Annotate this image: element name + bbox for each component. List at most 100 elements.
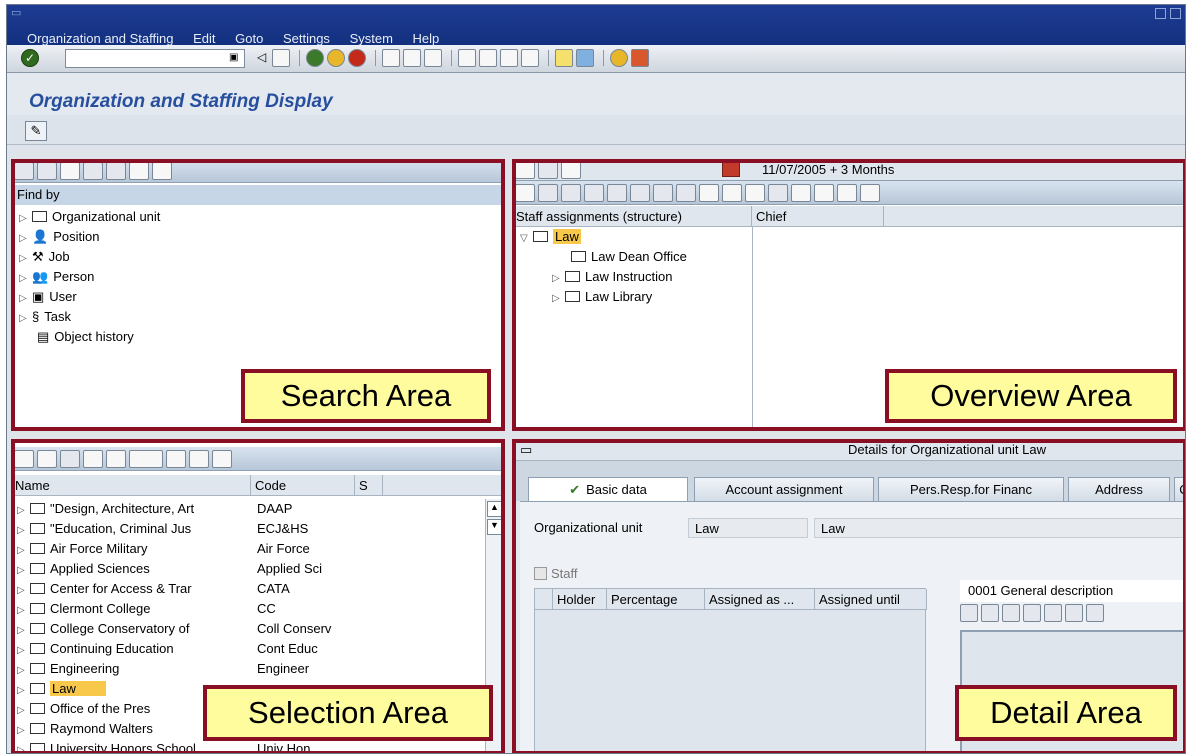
search-item-task[interactable]: ▷ § Task bbox=[19, 307, 71, 327]
overview-copy-icon[interactable] bbox=[561, 184, 581, 202]
row-selector-header[interactable] bbox=[535, 589, 553, 610]
column-assigned-until[interactable]: Assigned until bbox=[815, 589, 927, 610]
overview-up-icon[interactable] bbox=[653, 184, 673, 202]
search-item-position[interactable]: ▷ 👤 Position bbox=[19, 227, 99, 247]
column-assigned-as[interactable]: Assigned as ... bbox=[705, 589, 815, 610]
display-change-icon[interactable]: ✎ bbox=[25, 121, 47, 141]
last-page-icon[interactable] bbox=[521, 49, 540, 67]
overview-select-icon[interactable] bbox=[515, 184, 535, 202]
staff-checkbox[interactable]: Staff bbox=[534, 566, 578, 581]
list-item-name[interactable]: ▷ "Education, Criminal Jus bbox=[17, 519, 255, 539]
overview-delimit-icon[interactable] bbox=[607, 184, 627, 202]
text-paste-icon[interactable] bbox=[1002, 604, 1020, 622]
column-s[interactable]: S bbox=[355, 475, 383, 496]
search-item-object-history[interactable]: ▤ Object history bbox=[37, 327, 134, 347]
overview-down-icon[interactable] bbox=[676, 184, 696, 202]
tab-more[interactable]: C bbox=[1174, 477, 1185, 501]
overview-find-icon[interactable] bbox=[745, 184, 765, 202]
command-dropdown-icon[interactable]: ▣ bbox=[229, 52, 238, 63]
overview-hierarchy-icon[interactable] bbox=[837, 184, 857, 202]
search-item-user[interactable]: ▷ ▣ User bbox=[19, 287, 77, 307]
first-page-icon[interactable] bbox=[458, 49, 477, 67]
maximize-icon[interactable] bbox=[1170, 8, 1181, 19]
text-redo-icon[interactable] bbox=[1044, 604, 1062, 622]
overview-filter-icon[interactable] bbox=[814, 184, 834, 202]
text-find-icon[interactable] bbox=[1065, 604, 1083, 622]
overview-root-law[interactable]: ▽ Law bbox=[520, 227, 581, 247]
list-item-name[interactable]: ▷ "Design, Architecture, Art bbox=[17, 499, 255, 519]
selection-sum-icon[interactable] bbox=[129, 450, 163, 468]
back-icon[interactable] bbox=[306, 49, 325, 67]
expand-icon[interactable] bbox=[129, 162, 149, 180]
save-icon[interactable] bbox=[272, 49, 291, 67]
previous-page-icon[interactable] bbox=[479, 49, 498, 67]
selection-find-icon[interactable] bbox=[37, 450, 57, 468]
overview-find-next-icon[interactable] bbox=[768, 184, 788, 202]
search-item-job[interactable]: ▷ ⚒ Job bbox=[19, 247, 70, 267]
overview-delete-icon[interactable] bbox=[630, 184, 650, 202]
overview-law-dean-office[interactable]: Law Dean Office bbox=[568, 247, 687, 267]
tab-basic-data[interactable]: ✔ Basic data bbox=[528, 477, 688, 501]
help-icon[interactable] bbox=[610, 49, 629, 67]
column-name[interactable]: Name bbox=[11, 475, 251, 496]
column-percentage[interactable]: Percentage bbox=[607, 589, 705, 610]
list-item-name[interactable]: ▷ Clermont College bbox=[17, 599, 255, 619]
overview-settings-icon[interactable] bbox=[860, 184, 880, 202]
nav-back-icon[interactable] bbox=[14, 162, 34, 180]
scroll-down-icon[interactable]: ▼ bbox=[487, 519, 502, 535]
menu-organization-and-staffing[interactable]: Organization and Staffing bbox=[27, 31, 173, 46]
selection-sort-icon[interactable] bbox=[83, 450, 103, 468]
overview-create-icon[interactable] bbox=[538, 184, 558, 202]
menu-goto[interactable]: Goto bbox=[235, 31, 263, 46]
search-item-organizational-unit[interactable]: ▷ Organizational unit bbox=[19, 207, 160, 227]
org-unit-short-field[interactable]: Law bbox=[688, 518, 808, 538]
list-item-name[interactable]: ▷ Air Force Military bbox=[17, 539, 255, 559]
layout-menu-icon[interactable] bbox=[631, 49, 650, 67]
next-page-icon[interactable] bbox=[500, 49, 519, 67]
collapse-icon[interactable] bbox=[152, 162, 172, 180]
column-code[interactable]: Code bbox=[251, 475, 355, 496]
tab-pers-resp-for-financ[interactable]: Pers.Resp.for Financ bbox=[878, 477, 1064, 501]
menu-help[interactable]: Help bbox=[413, 31, 440, 46]
overview-back-icon[interactable] bbox=[515, 161, 535, 179]
menu-edit[interactable]: Edit bbox=[193, 31, 215, 46]
list-item-name[interactable]: ▷ University Honors School bbox=[17, 739, 255, 753]
overview-law-library[interactable]: ▷ Law Library bbox=[552, 287, 652, 307]
scroll-up-icon[interactable]: ▲ bbox=[487, 501, 502, 517]
search-term-icon[interactable] bbox=[60, 162, 80, 180]
text-find-next-icon[interactable] bbox=[1086, 604, 1104, 622]
command-field[interactable] bbox=[65, 49, 245, 68]
structure-search-icon[interactable] bbox=[83, 162, 103, 180]
minimize-icon[interactable] bbox=[1155, 8, 1166, 19]
list-item-name[interactable]: ▷ College Conservatory of bbox=[17, 619, 255, 639]
column-holder[interactable]: Holder bbox=[553, 589, 607, 610]
overview-move-icon[interactable] bbox=[584, 184, 604, 202]
column-chief[interactable]: Chief bbox=[752, 206, 884, 227]
system-menu-icon[interactable]: ▭ bbox=[11, 6, 21, 19]
selection-filter-icon[interactable] bbox=[106, 450, 126, 468]
new-session-icon[interactable] bbox=[555, 49, 574, 67]
overview-layout-icon[interactable] bbox=[561, 161, 581, 179]
detail-folder-icon[interactable]: ▭ bbox=[520, 442, 532, 458]
list-item-name[interactable]: ▷ Engineering bbox=[17, 659, 255, 679]
find-next-icon[interactable] bbox=[424, 49, 443, 67]
tab-account-assignment[interactable]: Account assignment bbox=[694, 477, 874, 501]
find-icon[interactable] bbox=[403, 49, 422, 67]
search-item-person[interactable]: ▷ 👥 Person bbox=[19, 267, 94, 287]
text-cut-icon[interactable] bbox=[960, 604, 978, 622]
column-staff-assignments[interactable]: Staff assignments (structure) bbox=[512, 206, 752, 227]
overview-forward-icon[interactable] bbox=[538, 161, 558, 179]
overview-law-instruction[interactable]: ▷ Law Instruction bbox=[552, 267, 672, 287]
text-copy-icon[interactable] bbox=[981, 604, 999, 622]
overview-column-icon[interactable] bbox=[791, 184, 811, 202]
print-icon[interactable] bbox=[382, 49, 401, 67]
exit-icon[interactable] bbox=[327, 49, 346, 67]
selection-find-next-icon[interactable] bbox=[60, 450, 80, 468]
enter-icon[interactable]: ✓ bbox=[21, 49, 39, 67]
org-unit-long-field[interactable]: Law bbox=[814, 518, 1185, 538]
menu-system[interactable]: System bbox=[350, 31, 393, 46]
overview-print-icon[interactable] bbox=[722, 184, 742, 202]
list-item-name[interactable]: ▷ Center for Access & Trar bbox=[17, 579, 255, 599]
calendar-icon[interactable] bbox=[722, 161, 740, 177]
selection-export-icon[interactable] bbox=[189, 450, 209, 468]
